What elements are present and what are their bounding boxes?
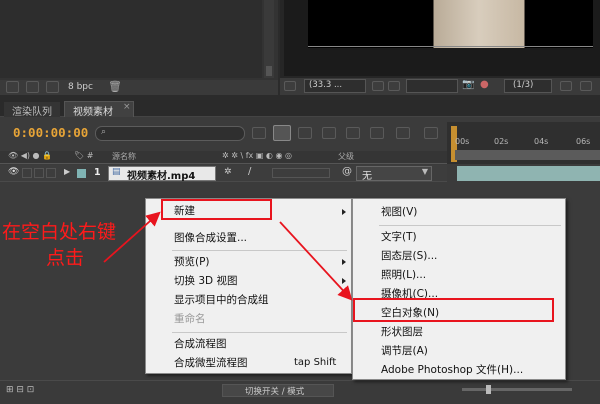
annotation-text-right-click: 在空白处右键 bbox=[2, 221, 117, 243]
annotation-text-click: 点击 bbox=[46, 247, 85, 269]
annotation-arrow bbox=[279, 221, 353, 301]
annotation-arrows bbox=[103, 211, 353, 301]
